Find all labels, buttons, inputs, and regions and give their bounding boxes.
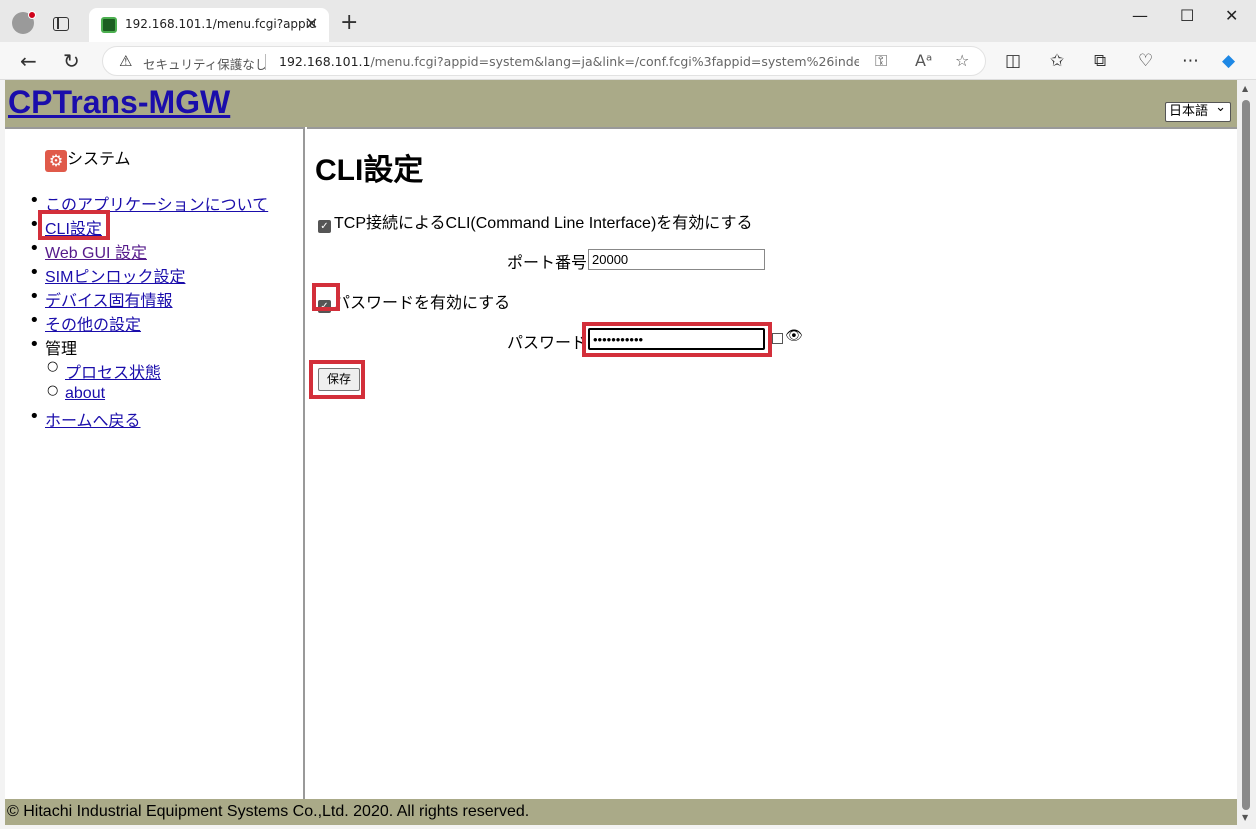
password-enable-label: パスワードを有効にする bbox=[334, 295, 511, 312]
port-input[interactable]: 20000 bbox=[588, 249, 765, 270]
scroll-down-icon[interactable]: ▼ bbox=[1242, 813, 1248, 822]
submenu-container: プロセス状態 about bbox=[25, 359, 268, 407]
password-enable-row: ✓ パスワードを有効にする bbox=[318, 289, 510, 313]
tab-actions-icon[interactable] bbox=[53, 17, 69, 31]
profile-notification-dot bbox=[28, 11, 36, 19]
browser-tab-bar: 192.168.101.1/menu.fcgi?appid=system ✕ +… bbox=[0, 0, 1256, 42]
sidebar-link-webgui[interactable]: Web GUI 設定 bbox=[45, 245, 147, 262]
minimize-icon[interactable]: — bbox=[1132, 6, 1148, 25]
sidebar-item-webgui: Web GUI 設定 bbox=[25, 238, 268, 263]
warning-icon[interactable]: ⚠ bbox=[119, 52, 132, 70]
sidebar-link-other-settings[interactable]: その他の設定 bbox=[45, 317, 141, 334]
divider bbox=[265, 54, 266, 70]
tcp-cli-row: ✓ TCP接続によるCLI(Command Line Interface)を有効に… bbox=[318, 209, 752, 233]
security-label[interactable]: セキュリティ保護なし bbox=[143, 54, 267, 73]
section-title: システム bbox=[67, 149, 131, 168]
sidebar-link-home[interactable]: ホームへ戻る bbox=[45, 413, 141, 430]
scroll-up-icon[interactable]: ▲ bbox=[1242, 84, 1248, 93]
language-select[interactable]: 日本語 bbox=[1165, 99, 1231, 122]
sidebar-item-sim-pinlock: SIMピンロック設定 bbox=[25, 262, 268, 287]
eye-icon: 👁 bbox=[785, 328, 803, 344]
reload-icon[interactable]: ↻ bbox=[63, 49, 80, 73]
browser-essentials-icon[interactable]: ♡ bbox=[1138, 51, 1153, 71]
tcp-cli-label: TCP接続によるCLI(Command Line Interface)を有効にす… bbox=[334, 215, 753, 232]
sidebar: ⚙システム このアプリケーションについて CLI設定 Web GUI 設定 SI… bbox=[5, 127, 305, 799]
sidebar-link-sim-pinlock[interactable]: SIMピンロック設定 bbox=[45, 269, 185, 286]
tab-title: 192.168.101.1/menu.fcgi?appid=system bbox=[125, 17, 315, 31]
url-field[interactable]: ⚠ セキュリティ保護なし 192.168.101.1/menu.fcgi?app… bbox=[102, 46, 986, 76]
favicon-icon bbox=[101, 17, 117, 33]
key-icon[interactable]: ⚿ bbox=[875, 51, 887, 71]
system-section-heading: ⚙ システム bbox=[45, 145, 131, 172]
url-text[interactable]: 192.168.101.1/menu.fcgi?appid=system&lan… bbox=[279, 54, 859, 69]
page-title: CLI設定 bbox=[315, 154, 424, 187]
password-label: パスワード bbox=[507, 335, 588, 352]
highlight-box-password-checkbox bbox=[312, 283, 340, 311]
address-bar: ← ↻ ⚠ セキュリティ保護なし 192.168.101.1/menu.fcgi… bbox=[0, 42, 1256, 80]
tab-close-icon[interactable]: ✕ bbox=[305, 14, 318, 33]
show-password-checkbox[interactable] bbox=[772, 333, 783, 344]
highlight-box-cli-link bbox=[38, 210, 110, 240]
new-tab-icon[interactable]: + bbox=[340, 10, 358, 35]
page-footer: © Hitachi Industrial Equipment Systems C… bbox=[5, 799, 1237, 825]
read-aloud-icon[interactable]: Aᵃ bbox=[915, 51, 932, 70]
tcp-cli-checkbox[interactable]: ✓ bbox=[318, 220, 331, 233]
management-label: 管理 bbox=[45, 339, 78, 358]
sidebar-item-management: 管理 bbox=[25, 334, 268, 359]
back-icon[interactable]: ← bbox=[20, 49, 37, 73]
gear-icon: ⚙ bbox=[45, 150, 67, 172]
sidebar-item-device-info: デバイス固有情報 bbox=[25, 286, 268, 311]
maximize-icon[interactable]: ☐ bbox=[1180, 6, 1194, 25]
highlight-box-save-button bbox=[309, 360, 365, 399]
management-submenu: プロセス状態 about bbox=[25, 359, 268, 407]
window-close-icon[interactable]: ✕ bbox=[1225, 6, 1238, 25]
submenu-item-process-status: プロセス状態 bbox=[45, 359, 268, 383]
submenu-item-about: about bbox=[45, 383, 268, 407]
browser-tab[interactable]: 192.168.101.1/menu.fcgi?appid=system ✕ bbox=[89, 8, 329, 42]
favorites-icon[interactable]: ✩ bbox=[1050, 51, 1064, 71]
copilot-icon[interactable]: ◆ bbox=[1222, 51, 1235, 71]
url-path: /menu.fcgi?appid=system&lang=ja&link=/co… bbox=[370, 54, 859, 69]
scroll-thumb[interactable] bbox=[1242, 100, 1250, 810]
app-title-link[interactable]: CPTrans-MGW bbox=[8, 84, 230, 121]
sidebar-item-other-settings: その他の設定 bbox=[25, 310, 268, 335]
web-page: CPTrans-MGW 日本語 ⚙システム このアプリケーションについて CLI… bbox=[5, 80, 1237, 825]
collections-icon[interactable]: ⧉ bbox=[1094, 51, 1106, 71]
submenu-link-about[interactable]: about bbox=[65, 385, 105, 402]
sidebar-link-device-info[interactable]: デバイス固有情報 bbox=[45, 293, 173, 310]
url-host: 192.168.101.1 bbox=[279, 54, 371, 69]
submenu-link-process-status[interactable]: プロセス状態 bbox=[65, 365, 161, 382]
highlight-box-password-input bbox=[582, 322, 772, 357]
sidebar-item-home: ホームへ戻る bbox=[25, 406, 268, 431]
split-screen-icon[interactable]: ◫ bbox=[1005, 51, 1021, 71]
page-header: CPTrans-MGW 日本語 bbox=[5, 80, 1237, 127]
more-options-icon[interactable]: ⋯ bbox=[1182, 51, 1199, 71]
vertical-scrollbar[interactable]: ▲ ▼ bbox=[1237, 80, 1256, 829]
main-content: CLI設定 ✓ TCP接続によるCLI(Command Line Interfac… bbox=[307, 127, 1237, 799]
favorite-star-icon[interactable]: ☆ bbox=[955, 51, 969, 70]
port-label: ポート番号 bbox=[507, 255, 588, 272]
